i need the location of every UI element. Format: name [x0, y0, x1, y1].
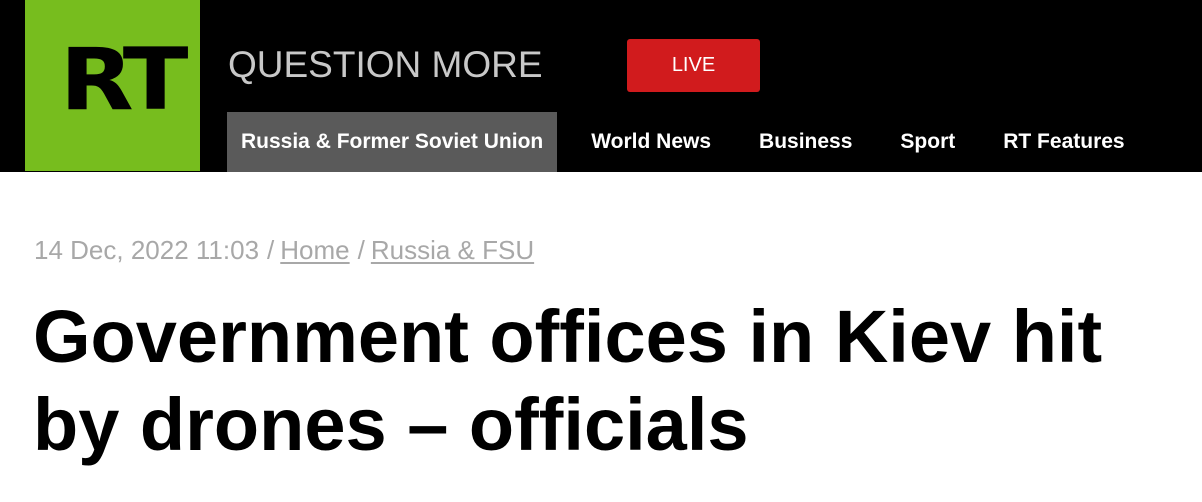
main-nav: Russia & Former Soviet Union World News …: [227, 112, 1125, 172]
breadcrumb: 14 Dec, 2022 11:03/Home / Russia & FSU: [34, 234, 534, 266]
article-headline: Government offices in Kiev hit by drones…: [33, 295, 1103, 466]
nav-item-russia-fsu[interactable]: Russia & Former Soviet Union: [227, 112, 558, 172]
breadcrumb-separator: /: [357, 235, 365, 265]
article-timestamp: 14 Dec, 2022 11:03: [34, 235, 260, 265]
breadcrumb-home-link[interactable]: Home: [280, 235, 349, 265]
nav-item-world-news[interactable]: World News: [591, 112, 711, 172]
rt-logo[interactable]: RT: [25, 0, 200, 171]
logo-text: RT: [59, 30, 189, 130]
nav-item-business[interactable]: Business: [759, 112, 852, 172]
site-tagline: QUESTION MORE: [228, 44, 543, 85]
site-header: RT QUESTION MORE LIVE Russia & Former So…: [0, 0, 1202, 172]
breadcrumb-separator: /: [267, 235, 275, 265]
live-button[interactable]: LIVE: [627, 39, 760, 92]
nav-item-sport[interactable]: Sport: [900, 112, 955, 172]
nav-item-rt-features[interactable]: RT Features: [1003, 112, 1124, 172]
breadcrumb-russia-fsu-link[interactable]: Russia & FSU: [371, 235, 534, 265]
